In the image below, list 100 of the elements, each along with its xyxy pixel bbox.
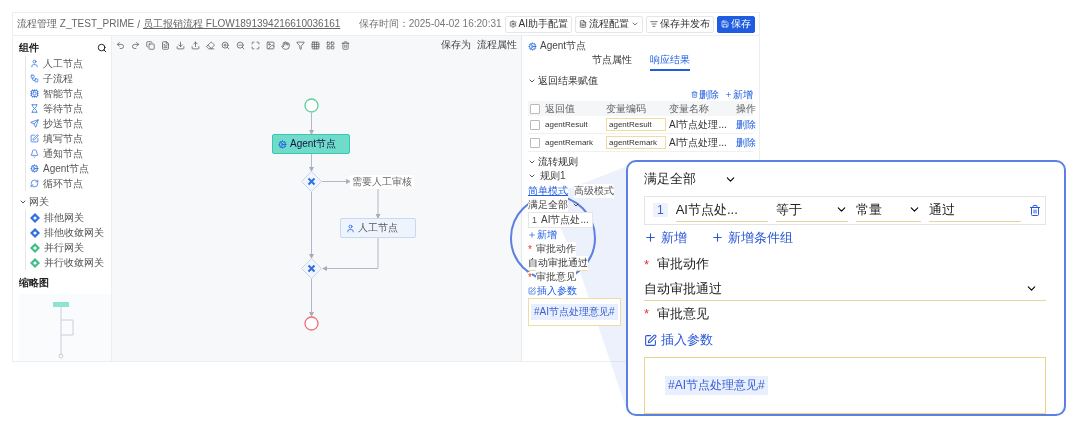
tab[interactable]: 节点属性 <box>591 53 632 71</box>
component-item[interactable]: 人工节点 <box>25 56 111 71</box>
hand-icon[interactable] <box>281 40 290 50</box>
copy-icon[interactable] <box>146 40 155 50</box>
add-link[interactable]: 新增 <box>644 228 687 247</box>
undo-icon[interactable] <box>116 40 125 50</box>
checkbox[interactable] <box>530 103 540 114</box>
chevron-down-icon <box>572 201 580 209</box>
opinion-field[interactable]: #AI节点处理意见# <box>528 298 621 326</box>
field-select[interactable]: AI节点处... <box>675 198 768 222</box>
input-field[interactable]: agentResult <box>606 118 666 131</box>
match-select[interactable]: 满足全部 <box>644 170 696 189</box>
value-field[interactable]: 通过 <box>928 198 1021 222</box>
add-link[interactable]: 新增 <box>725 87 753 102</box>
connector <box>321 179 351 184</box>
operator-select[interactable]: 等于 <box>776 198 849 222</box>
bell-icon <box>30 149 39 158</box>
layout-icon[interactable] <box>326 40 335 50</box>
diamond-icon <box>30 212 40 223</box>
component-item[interactable]: 智能节点 <box>25 86 111 101</box>
component-item[interactable]: 等待节点 <box>25 101 111 116</box>
diamond-icon <box>30 242 40 253</box>
fit-icon[interactable] <box>251 40 260 50</box>
group-header[interactable]: 网关 <box>19 194 111 210</box>
condition-number: 1 <box>532 215 537 225</box>
input-field[interactable]: agentRemark <box>606 136 666 149</box>
connector <box>309 191 314 259</box>
filter-icon[interactable] <box>296 40 305 50</box>
insert-parameter-link[interactable]: 插入参数 <box>528 284 577 298</box>
component-item[interactable]: 通知节点 <box>25 146 111 161</box>
checkbox[interactable] <box>530 119 540 130</box>
zoom-out-icon[interactable] <box>236 40 245 50</box>
search-icon[interactable] <box>97 43 107 53</box>
breadcrumb-separator: / <box>137 18 141 30</box>
component-item[interactable]: 并行收敛网关 <box>25 255 111 270</box>
component-item[interactable]: 填写节点 <box>25 131 111 146</box>
upload-icon[interactable] <box>191 40 200 50</box>
start-event[interactable] <box>304 98 319 113</box>
redo-icon[interactable] <box>131 40 140 50</box>
trash-icon[interactable] <box>341 40 350 50</box>
panel-title: Agent节点 <box>540 39 587 53</box>
component-item[interactable]: Agent节点 <box>25 161 111 176</box>
flow-properties-button[interactable]: 流程属性 <box>477 38 517 52</box>
add-link[interactable]: 新增 <box>528 228 557 242</box>
component-item[interactable]: 子流程 <box>25 71 111 86</box>
diamond-icon <box>30 257 40 268</box>
eraser-icon[interactable] <box>206 40 215 50</box>
end-event[interactable] <box>304 316 319 331</box>
merge-gateway[interactable] <box>301 258 322 279</box>
mode-tab[interactable]: 简单模式 <box>528 183 568 198</box>
grid-icon[interactable] <box>311 40 320 50</box>
document-icon[interactable] <box>161 40 170 50</box>
user-task-node[interactable]: 人工节点 <box>340 218 416 238</box>
match-select[interactable]: 满足全部 <box>528 198 568 212</box>
component-item[interactable]: 并行网关 <box>25 240 111 255</box>
pen-square-icon <box>644 333 657 347</box>
connector <box>309 112 314 135</box>
column-header: 操作 <box>736 101 757 116</box>
value-type-select[interactable]: 常量 <box>856 198 921 222</box>
trash-icon <box>691 91 698 98</box>
tab[interactable]: 响应结果 <box>649 53 690 71</box>
funnel-icon <box>650 20 658 28</box>
mode-tab[interactable]: 高级模式 <box>574 183 614 198</box>
checkbox[interactable] <box>530 137 540 148</box>
cog-icon <box>30 164 39 173</box>
trash-icon[interactable] <box>1029 203 1041 217</box>
component-item[interactable]: 排他网关 <box>25 210 111 225</box>
action-select[interactable]: 自动审批通过 <box>644 277 1046 301</box>
component-item[interactable]: 循环节点 <box>25 176 111 191</box>
save-button[interactable]: 保存 <box>717 15 755 33</box>
delete-link[interactable]: 删除 <box>736 135 759 150</box>
save-icon <box>721 20 729 28</box>
action-select[interactable]: 自动审批通过 <box>528 255 588 271</box>
workflow-icon <box>30 74 39 83</box>
column-header: 变量名称 <box>669 101 710 116</box>
zoom-in-icon[interactable] <box>221 40 230 50</box>
plus-icon <box>725 91 732 98</box>
user-icon <box>346 223 355 233</box>
opinion-field[interactable]: #AI节点处理意见# <box>644 357 1046 414</box>
component-item[interactable]: 抄送节点 <box>25 116 111 131</box>
download-icon[interactable] <box>176 40 185 50</box>
component-item[interactable]: 排他收敛网关 <box>25 225 111 240</box>
publish-button[interactable]: 保存并发布 <box>646 15 714 33</box>
delete-link[interactable]: 删除 <box>691 87 719 102</box>
agent-node[interactable]: Agent节点 <box>272 134 350 154</box>
config-dropdown[interactable]: 流程配置 <box>575 15 643 33</box>
chevron-down-icon <box>19 198 27 206</box>
image-icon[interactable] <box>266 40 275 50</box>
pen-square-icon <box>528 287 536 295</box>
section-header[interactable]: 流转规则 <box>528 155 578 169</box>
exclusive-gateway[interactable] <box>301 171 322 192</box>
delete-link[interactable]: 删除 <box>736 117 759 132</box>
save-as-button[interactable]: 保存为 <box>441 38 471 52</box>
assistant-button[interactable]: AI助手配置 <box>504 15 572 33</box>
add-group-link[interactable]: 新增条件组 <box>711 228 793 247</box>
section-header[interactable]: 返回结果赋值 <box>528 74 598 88</box>
field-select[interactable]: AI节点处... <box>541 213 589 227</box>
parameter-tag: #AI节点处理意见# <box>531 304 618 320</box>
insert-parameter-link[interactable]: 插入参数 <box>644 331 713 350</box>
breadcrumb-link[interactable]: 流程管理 Z_TEST_PRIME <box>17 17 135 31</box>
